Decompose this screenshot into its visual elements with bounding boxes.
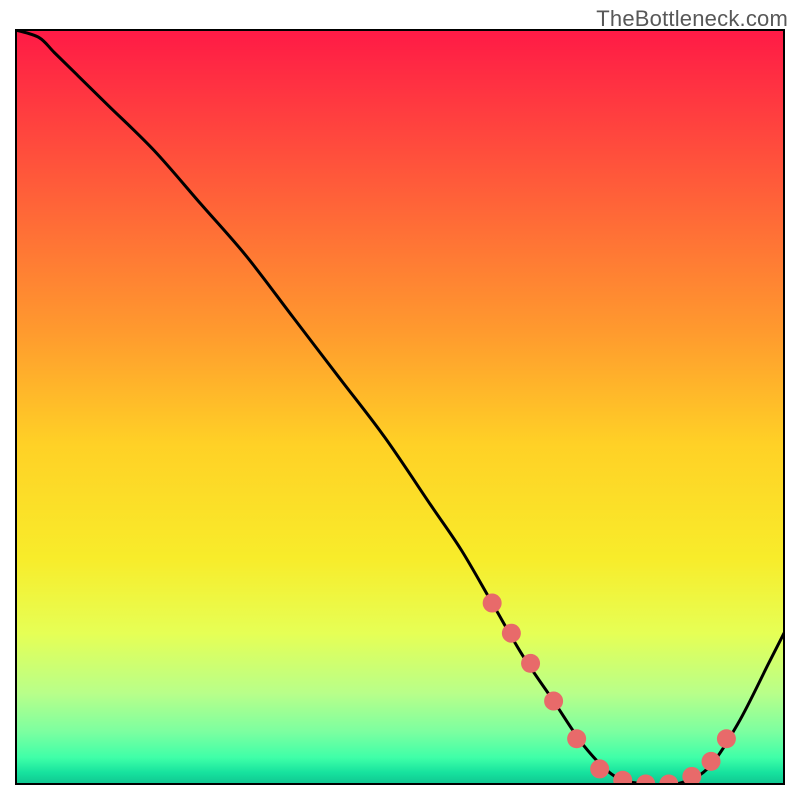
marker-point bbox=[702, 752, 721, 771]
gradient-background bbox=[16, 30, 784, 784]
marker-point bbox=[613, 771, 632, 790]
watermark-label: TheBottleneck.com bbox=[596, 6, 788, 32]
marker-point bbox=[590, 759, 609, 778]
marker-point bbox=[567, 729, 586, 748]
bottleneck-chart bbox=[0, 0, 800, 800]
marker-point bbox=[544, 692, 563, 711]
marker-point bbox=[717, 729, 736, 748]
marker-point bbox=[521, 654, 540, 673]
marker-point bbox=[483, 594, 502, 613]
chart-container: TheBottleneck.com bbox=[0, 0, 800, 800]
marker-point bbox=[502, 624, 521, 643]
